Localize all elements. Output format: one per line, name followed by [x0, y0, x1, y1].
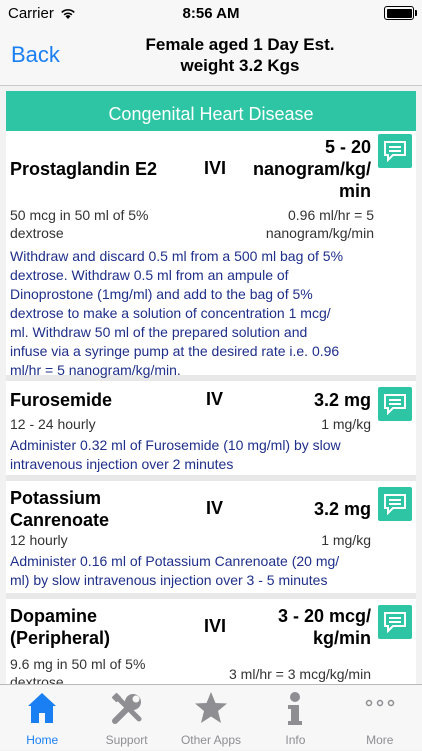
instruction-line: Administer 0.16 ml of Potassium Canrenoa…: [10, 552, 339, 571]
instruction-line: infuse via a syringe pump at the desired…: [10, 342, 343, 361]
drug-dilution: 12 - 24 hourly: [10, 415, 96, 433]
drug-dose-line: min: [253, 180, 371, 202]
comment-icon: [383, 493, 407, 515]
tab-label: More: [338, 733, 422, 747]
drug-dose-line: 3.2 mg: [314, 389, 371, 411]
tab-support[interactable]: Support: [84, 685, 168, 751]
tab-bar: Home Support Other Apps Info More: [0, 684, 422, 750]
drug-instructions: Administer 0.32 ml of Furosemide (10 mg/…: [10, 436, 341, 474]
drug-dose-line: 3 - 20 mcg/: [278, 605, 371, 627]
comment-icon: [383, 611, 407, 633]
dilution-line: 12 - 24 hourly: [10, 415, 96, 433]
drug-rate: 3 ml/hr = 3 mcg/kg/min: [229, 665, 371, 683]
tab-label: Support: [84, 733, 168, 747]
drug-name-line: Dopamine: [10, 605, 110, 627]
drug-dose-line: 3.2 mg: [314, 498, 371, 520]
drug-name: Prostaglandin E2: [10, 158, 157, 180]
drug-name: Dopamine (Peripheral): [10, 605, 110, 649]
comment-icon: [383, 140, 407, 162]
drug-route: IVI: [204, 616, 226, 637]
drug-route: IV: [206, 389, 223, 410]
drug-card[interactable]: Furosemide IV 3.2 mg 12 - 24 hourly 1 mg…: [6, 381, 416, 481]
drug-name-line: Potassium: [10, 487, 109, 509]
drug-dilution: 50 mcg in 50 ml of 5% dextrose: [10, 206, 149, 242]
dilution-line: 9.6 mg in 50 ml of 5%: [10, 655, 145, 673]
instruction-line: Dinoprostone (1mg/ml) and add to the bag…: [10, 285, 343, 304]
status-bar: Carrier 8:56 AM: [0, 0, 422, 28]
instruction-line: ml/hr = 5 nanogram/kg/min.: [10, 361, 343, 380]
more-icon: [362, 691, 398, 725]
navigation-bar: Back Female aged 1 Day Est. weight 3.2 K…: [0, 28, 422, 86]
drug-dose: 3.2 mg: [314, 498, 371, 520]
instruction-line: dextrose. Withdraw 0.5 ml from an ampule…: [10, 266, 343, 285]
instruction-line: dextrose to make a solution of concentra…: [10, 304, 343, 323]
note-button[interactable]: [378, 134, 412, 168]
drug-dose-line: nanogram/kg/: [253, 158, 371, 180]
drug-rate: 1 mg/kg: [321, 415, 371, 433]
page-title: Female aged 1 Day Est. weight 3.2 Kgs: [90, 34, 390, 76]
drug-name: Furosemide: [10, 389, 112, 411]
drug-route: IVI: [204, 158, 226, 179]
drug-card[interactable]: Prostaglandin E2 IVI 5 - 20 nanogram/kg/…: [6, 131, 416, 381]
instruction-line: ml. Withdraw 50 ml of the prepared solut…: [10, 323, 343, 342]
instruction-line: Administer 0.32 ml of Furosemide (10 mg/…: [10, 436, 341, 455]
rate-line: nanogram/kg/min: [266, 224, 374, 242]
note-button[interactable]: [378, 387, 412, 421]
rate-line: 3 ml/hr = 3 mcg/kg/min: [229, 665, 371, 683]
drug-route: IV: [206, 498, 223, 519]
drug-rate: 0.96 ml/hr = 5 nanogram/kg/min: [266, 206, 374, 242]
tab-home[interactable]: Home: [0, 685, 84, 751]
tab-label: Other Apps: [169, 733, 253, 747]
note-button[interactable]: [378, 605, 412, 639]
info-icon: [283, 691, 307, 727]
page-title-line1: Female aged 1 Day Est.: [90, 34, 390, 55]
dilution-line: 50 mcg in 50 ml of 5%: [10, 206, 149, 224]
tab-other-apps[interactable]: Other Apps: [169, 685, 253, 751]
drug-dose-line: kg/min: [278, 627, 371, 649]
drug-name-line: Canrenoate: [10, 509, 109, 531]
drug-dose: 3.2 mg: [314, 389, 371, 411]
tab-label: Info: [253, 733, 337, 747]
drug-dose-line: 5 - 20: [253, 136, 371, 158]
dilution-line: dextrose: [10, 224, 149, 242]
back-button[interactable]: Back: [11, 42, 60, 68]
status-time: 8:56 AM: [0, 5, 422, 22]
drug-dilution: 12 hourly: [10, 531, 68, 549]
comment-icon: [383, 393, 407, 415]
drug-dilution: 9.6 mg in 50 ml of 5% dextrose: [10, 655, 145, 684]
star-icon: [193, 691, 229, 725]
section-header: Congenital Heart Disease: [6, 91, 416, 131]
drug-card[interactable]: Potassium Canrenoate IV 3.2 mg 12 hourly…: [6, 481, 416, 599]
dilution-line: 12 hourly: [10, 531, 68, 549]
tab-info[interactable]: Info: [253, 685, 337, 751]
tab-label: Home: [0, 733, 84, 747]
drug-instructions: Administer 0.16 ml of Potassium Canrenoa…: [10, 552, 339, 590]
instruction-line: ml) by slow intravenous injection over 3…: [10, 571, 339, 590]
drug-name-line: (Peripheral): [10, 627, 110, 649]
rate-line: 0.96 ml/hr = 5: [266, 206, 374, 224]
drug-card[interactable]: Dopamine (Peripheral) IVI 3 - 20 mcg/ kg…: [6, 599, 416, 684]
rate-line: 1 mg/kg: [321, 415, 371, 433]
instruction-line: intravenous injection over 2 minutes: [10, 455, 341, 474]
drug-dose: 3 - 20 mcg/ kg/min: [278, 605, 371, 649]
drug-list[interactable]: Congenital Heart Disease Prostaglandin E…: [6, 91, 416, 684]
rate-line: 1 mg/kg: [321, 531, 371, 549]
tools-icon: [109, 691, 145, 727]
note-button[interactable]: [378, 487, 412, 521]
page-title-line2: weight 3.2 Kgs: [90, 55, 390, 76]
drug-rate: 1 mg/kg: [321, 531, 371, 549]
drug-dose: 5 - 20 nanogram/kg/ min: [253, 136, 371, 202]
drug-instructions: Withdraw and discard 0.5 ml from a 500 m…: [10, 247, 343, 380]
home-icon: [26, 691, 58, 725]
tab-more[interactable]: More: [338, 685, 422, 751]
drug-name: Potassium Canrenoate: [10, 487, 109, 531]
battery-icon: [384, 6, 414, 20]
instruction-line: Withdraw and discard 0.5 ml from a 500 m…: [10, 247, 343, 266]
dilution-line: dextrose: [10, 673, 145, 684]
